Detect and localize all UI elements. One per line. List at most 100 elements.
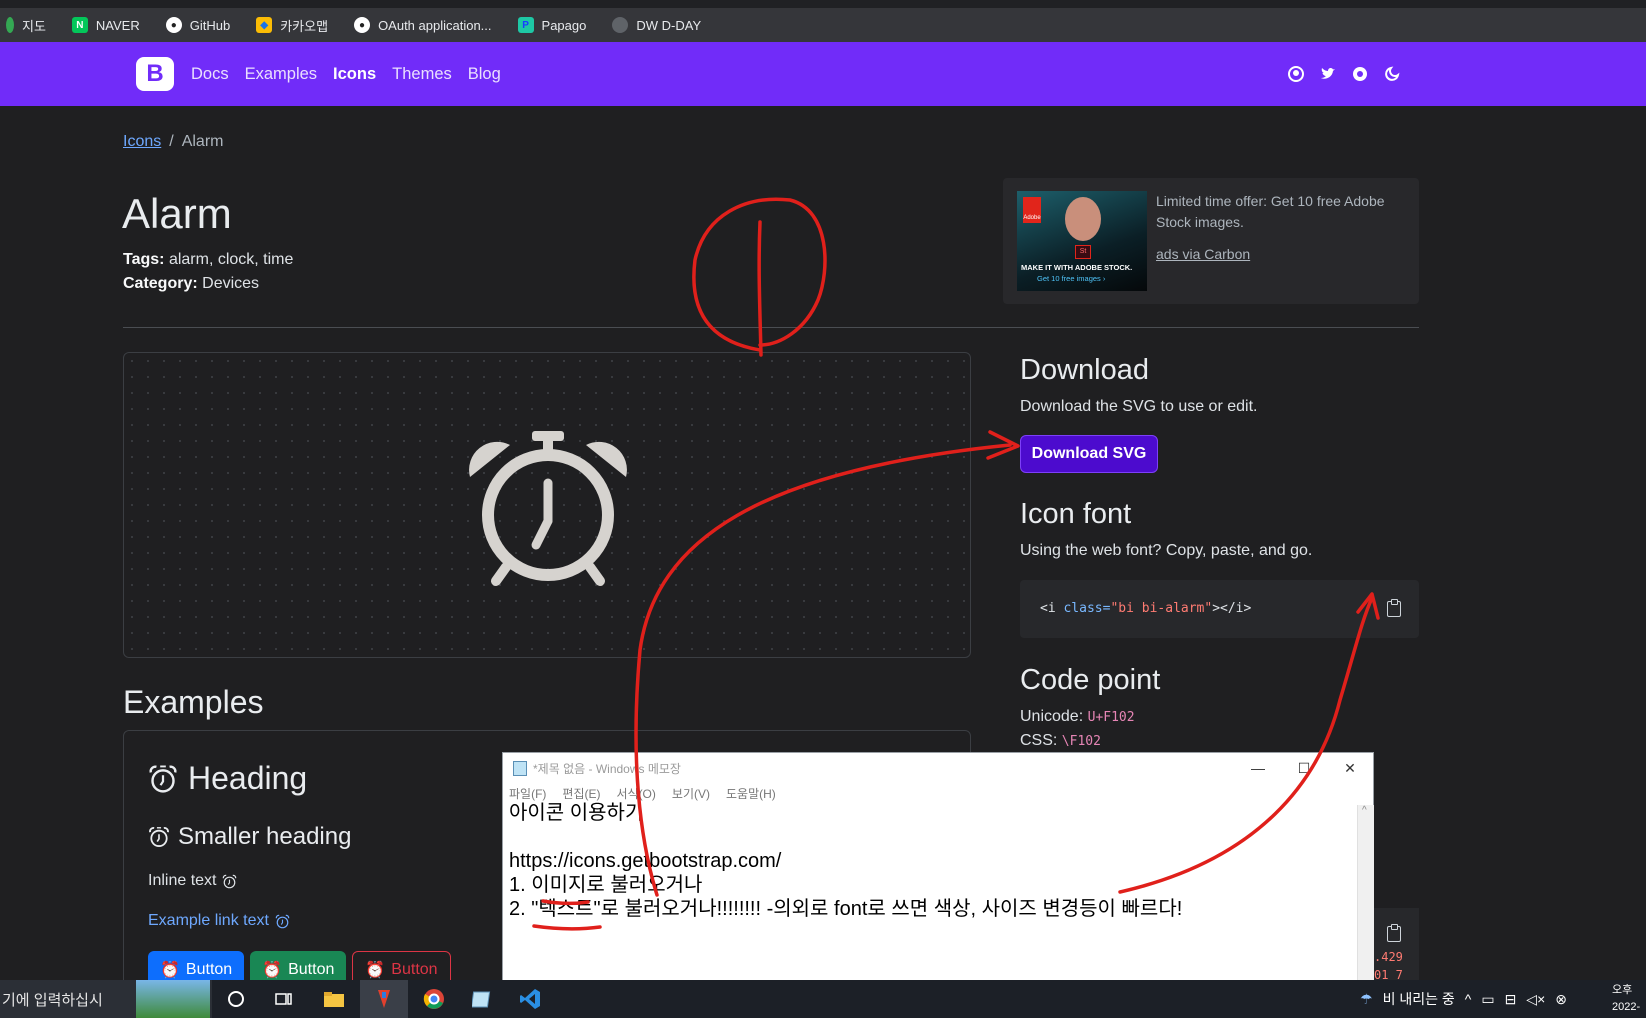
nav-examples[interactable]: Examples (245, 65, 317, 84)
notepad-icon (513, 761, 527, 776)
clipboard-icon[interactable] (1387, 599, 1401, 617)
task-view-icon[interactable] (260, 980, 308, 1018)
bookmark-github[interactable]: ● GitHub (165, 17, 230, 33)
notepad-titlebar[interactable]: *제목 없음 - Windows 메모장 — ☐ ✕ (503, 753, 1373, 783)
notepad-line: 아이콘 이용하기 (509, 802, 644, 824)
example-smaller-heading: Smaller heading (148, 823, 351, 851)
notepad-window: *제목 없음 - Windows 메모장 — ☐ ✕ 파일(F) 편집(E) 서… (502, 752, 1374, 982)
download-svg-button[interactable]: Download SVG (1020, 435, 1158, 473)
ad-text[interactable]: Limited time offer: Get 10 free Adobe St… (1156, 191, 1406, 233)
alarm-icon (223, 874, 237, 888)
map-pin-icon (6, 17, 14, 33)
network-icon[interactable]: ⊟ (1505, 991, 1517, 1008)
divider (123, 327, 1419, 328)
icon-meta: Tags: alarm, clock, time Category: Devic… (123, 248, 293, 296)
nav-links: Docs Examples Icons Themes Blog (191, 42, 501, 106)
example-link[interactable]: Example link text (148, 912, 290, 930)
papago-icon: P (517, 17, 534, 33)
notification-icon[interactable]: ⊗ (1555, 991, 1567, 1008)
naver-icon: N (71, 17, 88, 33)
notepad-text-area[interactable]: 아이콘 이용하기 https://icons.getbootstrap.com/… (509, 801, 1349, 921)
icon-preview (123, 352, 971, 658)
annotation-arrowhead-download (986, 430, 1020, 460)
nav-social-icons (1287, 42, 1401, 106)
notepad-line (509, 825, 1349, 849)
category-value: Devices (202, 275, 260, 292)
codepoint-heading: Code point (1020, 664, 1161, 696)
bookmark-oauth[interactable]: ● OAuth application... (354, 17, 492, 33)
app-icon[interactable] (360, 980, 408, 1018)
globe-icon (612, 17, 629, 33)
notepad-menubar: 파일(F) 편집(E) 서식(O) 보기(V) 도움말(H) (509, 785, 776, 802)
svg-code-partial-1: .429 (1374, 950, 1403, 964)
chrome-icon[interactable] (410, 980, 458, 1018)
nav-themes[interactable]: Themes (392, 65, 452, 84)
menu-help[interactable]: 도움말(H) (726, 785, 776, 802)
example-inline-text: Inline text (148, 872, 237, 890)
bookmark-papago[interactable]: P Papago (517, 17, 586, 33)
notepad-line: 2. "텍스트"로 불러오거나!!!!!!!! -의외로 font로 쓰면 색상… (509, 898, 1183, 920)
alarm-icon: ⏰ (262, 962, 283, 979)
breadcrumb: Icons / Alarm (123, 133, 223, 151)
cortana-icon[interactable] (212, 980, 260, 1018)
ad-image-subcaption: Get 10 free images › (1037, 274, 1106, 283)
top-navbar: B Docs Examples Icons Themes Blog (0, 42, 1646, 106)
iconfont-code[interactable]: <i class="bi bi-alarm"></i> (1040, 601, 1251, 616)
chevron-up-icon[interactable]: ^ (1465, 991, 1472, 1007)
close-icon[interactable]: ✕ (1327, 753, 1373, 783)
menu-format[interactable]: 서식(O) (616, 785, 655, 802)
github-icon[interactable] (1287, 65, 1305, 83)
bookmark-kakaomap[interactable]: ◆ 카카오맵 (256, 16, 328, 35)
umbrella-icon: ☂ (1360, 990, 1373, 1007)
bootstrap-logo[interactable]: B (136, 57, 174, 91)
svg-code-block-partial: .429 01 7 (1374, 908, 1419, 982)
menu-view[interactable]: 보기(V) (672, 785, 710, 802)
file-explorer-icon[interactable] (310, 980, 358, 1018)
breadcrumb-icons-link[interactable]: Icons (123, 133, 161, 150)
tags-value: alarm, clock, time (168, 251, 294, 268)
maximize-icon[interactable]: ☐ (1281, 753, 1327, 783)
ad-via-link[interactable]: ads via Carbon (1156, 246, 1250, 262)
opencollective-icon[interactable] (1351, 65, 1369, 83)
nav-docs[interactable]: Docs (191, 65, 229, 84)
battery-icon[interactable]: ▭ (1481, 991, 1494, 1008)
notepad-line: https://icons.getbootstrap.com/ (509, 850, 782, 872)
vscode-icon[interactable] (506, 980, 554, 1018)
ad-image[interactable]: Adobe St MAKE IT WITH ADOBE STOCK. Get 1… (1017, 191, 1147, 291)
notepad-title: *제목 없음 - Windows 메모장 (533, 761, 681, 776)
download-description: Download the SVG to use or edit. (1020, 398, 1258, 415)
carbon-ad: Adobe St MAKE IT WITH ADOBE STOCK. Get 1… (1003, 178, 1419, 304)
breadcrumb-separator: / (169, 133, 174, 150)
nav-icons[interactable]: Icons (333, 65, 376, 84)
css-row: CSS: \F102 (1020, 732, 1101, 749)
github-icon: ● (165, 17, 182, 33)
volume-muted-icon[interactable]: ◁× (1526, 991, 1545, 1008)
twitter-icon[interactable] (1319, 65, 1337, 83)
notepad-scrollbar[interactable] (1357, 805, 1374, 981)
clipboard-icon[interactable] (1387, 924, 1401, 942)
alarm-icon: ⏰ (365, 962, 386, 979)
taskbar-clock[interactable]: 오후 2022- (1612, 982, 1640, 1016)
minimize-icon[interactable]: — (1235, 753, 1281, 783)
page-title: Alarm (122, 190, 232, 237)
breadcrumb-current: Alarm (181, 133, 224, 150)
iconfont-description: Using the web font? Copy, paste, and go. (1020, 542, 1313, 559)
bookmark-naver[interactable]: N NAVER (71, 17, 140, 33)
nav-blog[interactable]: Blog (468, 65, 501, 84)
ad-portrait (1065, 197, 1101, 241)
notepad-taskbar-icon[interactable] (458, 980, 506, 1018)
bookmark-map[interactable]: 지도 (6, 16, 46, 35)
weather-text[interactable]: 비 내리는 중 (1383, 989, 1455, 1009)
menu-file[interactable]: 파일(F) (509, 785, 546, 802)
menu-edit[interactable]: 편집(E) (562, 785, 600, 802)
unicode-value: U+F102 (1087, 710, 1135, 725)
theme-toggle-icon[interactable] (1383, 65, 1401, 83)
bookmark-dday[interactable]: DW D-DAY (612, 17, 701, 33)
windows-taskbar: 기에 입력하십시 ☂ 비 내리는 중 ^ ▭ ⊟ ◁× ⊗ 오후 2022- (0, 980, 1646, 1018)
github-icon: ● (354, 17, 371, 33)
bookmarks-bar: 지도 N NAVER ● GitHub ◆ 카카오맵 ● OAuth applicati… (0, 0, 1646, 42)
annotation-exclamation (757, 220, 763, 357)
adobe-stock-badge: St (1075, 245, 1091, 259)
alarm-icon (149, 827, 169, 847)
iconfont-heading: Icon font (1020, 498, 1132, 530)
